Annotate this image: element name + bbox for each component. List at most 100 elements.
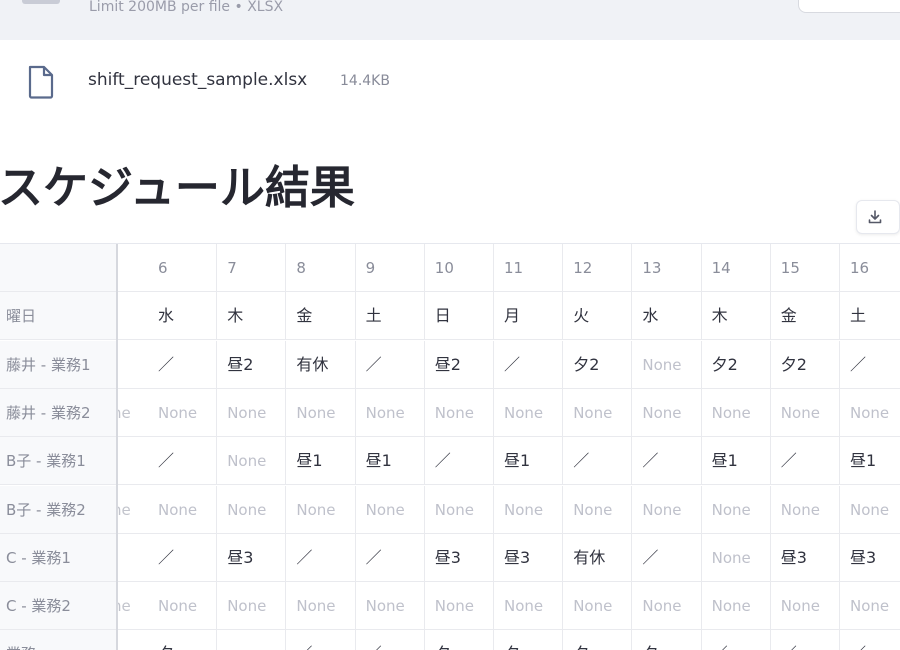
table-cell[interactable]: ／ [356, 341, 425, 389]
table-cell[interactable]: None [356, 486, 425, 534]
column-header-12[interactable]: 12 [563, 244, 633, 292]
table-cell[interactable]: None [494, 582, 564, 630]
table-cell[interactable]: None [286, 582, 356, 630]
table-cell[interactable]: 昼1 [286, 437, 356, 485]
column-header-8[interactable]: 8 [286, 244, 356, 292]
table-cell[interactable]: None [494, 389, 564, 437]
table-cell[interactable]: None [217, 437, 287, 485]
table-cell[interactable]: 昼3 [217, 534, 287, 582]
table-cell[interactable]: None [702, 486, 771, 534]
table-cell[interactable]: 昼3 [425, 534, 494, 582]
table-cell[interactable]: 夕 [632, 630, 702, 650]
table-cell[interactable]: 昼2 [425, 341, 494, 389]
table-cell[interactable]: None [356, 582, 425, 630]
schedule-dataframe[interactable]: 曜日 藤井 - 業務1 藤井 - 業務2 B子 - 業務1 B子 - 業務2 C - 業務… [0, 243, 900, 650]
table-cell[interactable]: 有休 [563, 534, 633, 582]
table-cell[interactable]: None [840, 582, 900, 630]
table-cell[interactable]: None [148, 389, 218, 437]
table-cell[interactable]: 木 [702, 292, 771, 340]
table-cell[interactable]: 昼1 [494, 437, 564, 485]
table-cell[interactable]: None [425, 486, 494, 534]
table-cell[interactable]: 夕2 [771, 341, 840, 389]
table-cell[interactable]: 日 [425, 292, 494, 340]
table-cell[interactable]: 有休 [286, 341, 356, 389]
table-cell[interactable]: None [494, 486, 564, 534]
table-cell[interactable]: 夕 [563, 630, 633, 650]
table-cell[interactable]: 昼1 [702, 437, 771, 485]
table-cell[interactable]: 夕 [494, 630, 564, 650]
table-cell[interactable]: None [286, 389, 356, 437]
column-header-6[interactable]: 6 [148, 244, 218, 292]
table-cell[interactable] [217, 630, 287, 650]
table-cell[interactable]: ／ [771, 630, 840, 650]
table-cell[interactable]: 昼3 [771, 534, 840, 582]
table-cell[interactable]: ／ [632, 437, 702, 485]
table-cell[interactable]: 水 [148, 292, 218, 340]
table-cell[interactable]: None [702, 389, 771, 437]
table-cell[interactable]: 夕2 [563, 341, 633, 389]
table-cell[interactable]: None [356, 389, 425, 437]
table-cell[interactable]: None [563, 582, 633, 630]
table-cell[interactable]: None [217, 582, 287, 630]
table-cell[interactable]: 昼1 [356, 437, 425, 485]
table-cell[interactable]: 金 [771, 292, 840, 340]
table-cell[interactable]: 昼3 [494, 534, 564, 582]
column-header-9[interactable]: 9 [356, 244, 425, 292]
table-cell[interactable]: ／ [840, 630, 900, 650]
table-cell[interactable]: ／ [425, 437, 494, 485]
table-cell[interactable]: None [425, 582, 494, 630]
table-cell[interactable]: None [632, 582, 702, 630]
table-cell[interactable]: 金 [286, 292, 356, 340]
table-cell[interactable]: 木 [217, 292, 287, 340]
table-cell[interactable]: None [840, 389, 900, 437]
table-cell[interactable]: 水 [632, 292, 702, 340]
table-cell[interactable]: None [771, 389, 840, 437]
table-cell[interactable]: ／ [563, 437, 633, 485]
table-cell[interactable]: None [632, 389, 702, 437]
table-cell[interactable]: 昼1 [840, 437, 900, 485]
table-cell[interactable]: 土 [356, 292, 425, 340]
table-cell[interactable]: 昼2 [217, 341, 287, 389]
table-cell[interactable]: None [632, 486, 702, 534]
table-cell[interactable]: ／ [148, 437, 218, 485]
column-header-16[interactable]: 16 [840, 244, 900, 292]
table-cell[interactable]: 土 [840, 292, 900, 340]
column-header-14[interactable]: 14 [702, 244, 771, 292]
table-cell[interactable]: None [840, 486, 900, 534]
table-cell[interactable]: ／ [840, 341, 900, 389]
table-cell[interactable]: ／ [148, 534, 218, 582]
table-cell[interactable]: None [148, 582, 218, 630]
table-cell[interactable]: None [148, 486, 218, 534]
table-cell[interactable]: 昼3 [840, 534, 900, 582]
table-cell[interactable]: None [771, 486, 840, 534]
table-cell[interactable]: None [702, 582, 771, 630]
table-cell[interactable]: None [217, 486, 287, 534]
table-cell[interactable]: ／ [356, 630, 425, 650]
table-cell[interactable]: None [563, 389, 633, 437]
table-cell[interactable]: None [702, 534, 771, 582]
table-cell[interactable]: None [632, 341, 702, 389]
table-cell[interactable]: ／ [286, 534, 356, 582]
table-cell[interactable]: ／ [356, 534, 425, 582]
column-header-7[interactable]: 7 [217, 244, 287, 292]
table-cell[interactable]: None [563, 486, 633, 534]
table-cell[interactable]: ／ [771, 437, 840, 485]
table-cell[interactable]: ／ [148, 341, 218, 389]
table-cell[interactable]: ／ [632, 534, 702, 582]
table-cell[interactable]: ／ [702, 630, 771, 650]
column-header-11[interactable]: 11 [494, 244, 564, 292]
column-header-13[interactable]: 13 [632, 244, 702, 292]
column-header-10[interactable]: 10 [425, 244, 494, 292]
table-cell[interactable]: None [425, 389, 494, 437]
table-cell[interactable]: 夕 [148, 630, 218, 650]
table-cell[interactable]: 火 [563, 292, 633, 340]
table-cell[interactable]: None [771, 582, 840, 630]
download-csv-button[interactable] [856, 200, 900, 234]
browse-files-button[interactable] [798, 0, 900, 13]
table-cell[interactable]: None [217, 389, 287, 437]
column-header-15[interactable]: 15 [771, 244, 840, 292]
table-cell[interactable]: 夕2 [702, 341, 771, 389]
table-cell[interactable]: 夕 [425, 630, 494, 650]
file-uploader-dropzone[interactable]: Limit 200MB per file • XLSX [0, 0, 900, 40]
table-cell[interactable]: ／ [494, 341, 564, 389]
